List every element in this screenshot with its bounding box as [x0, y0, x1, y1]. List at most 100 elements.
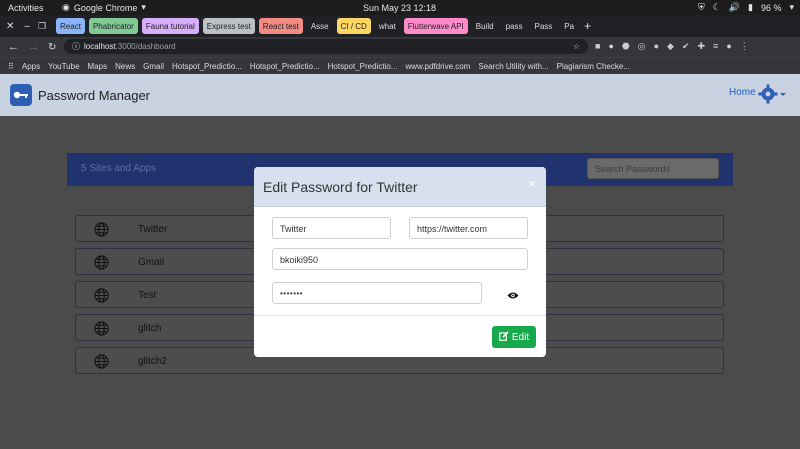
power-menu-icon: ▾: [789, 2, 794, 12]
bookmark-item[interactable]: Hotspot_Predictio...: [172, 62, 242, 71]
browser-tab[interactable]: Build: [472, 18, 498, 34]
browser-tab[interactable]: Phabricator: [88, 18, 138, 34]
url-host: localhost: [84, 42, 116, 51]
bookmark-item[interactable]: Plagiarism Checke...: [557, 62, 630, 71]
shield-icon: ⛨: [697, 2, 705, 12]
edit-button[interactable]: Edit: [492, 326, 536, 348]
extension-icon[interactable]: ◆: [667, 41, 674, 52]
globe-icon: [94, 288, 109, 308]
site-url-field[interactable]: https://twitter.com: [409, 217, 528, 239]
browser-tab[interactable]: Pass: [530, 18, 556, 34]
extension-icon[interactable]: ◎: [638, 41, 646, 52]
tab-label: Phabricator: [92, 21, 134, 31]
extension-icon[interactable]: ●: [608, 41, 613, 52]
app-navbar: Password Manager Home: [0, 74, 800, 116]
puzzle-icon[interactable]: ✚: [698, 41, 706, 52]
night-light-icon: ☾: [712, 2, 721, 12]
extension-icon[interactable]: ⬣: [622, 41, 630, 52]
browser-tab[interactable]: Pa: [560, 18, 578, 34]
close-icon[interactable]: ×: [528, 176, 536, 191]
tab-label: Pass: [534, 21, 553, 31]
toolbar: ← → ↻ ⓘ localhost :3000/dashboard ☆ ■ ● …: [0, 37, 800, 57]
site-name: Gmail: [138, 257, 165, 268]
apps-grid-icon: ⠿: [8, 61, 14, 71]
modal-footer-divider: [254, 315, 546, 316]
eye-icon[interactable]: [507, 287, 519, 305]
edit-label: Edit: [511, 331, 530, 343]
forward-icon[interactable]: →: [28, 41, 39, 53]
app-menu[interactable]: ◉ Google Chrome ▾: [62, 2, 146, 13]
tab-strip: ✕ – ❐ React Phabricator Fauna tutorial Expr…: [0, 15, 800, 37]
browser-tab[interactable]: CI / CD: [336, 18, 371, 34]
browser-tab[interactable]: Flutterwave API: [403, 18, 468, 34]
browser-tab[interactable]: pass: [502, 18, 527, 34]
bookmark-star-icon[interactable]: ☆: [573, 42, 580, 51]
site-name: Twitter: [138, 224, 168, 235]
close-window-icon[interactable]: ✕: [6, 21, 14, 32]
address-bar[interactable]: ⓘ localhost :3000/dashboard ☆: [64, 39, 588, 54]
globe-icon: [94, 354, 109, 374]
bookmark-item[interactable]: Hotspot_Predictio...: [328, 62, 398, 71]
tab-label: Flutterwave API: [407, 21, 464, 31]
modal-header: Edit Password for Twitter ×: [254, 167, 546, 207]
globe-icon: [94, 222, 109, 242]
tab-label: React test: [262, 21, 299, 31]
back-icon[interactable]: ←: [8, 41, 19, 53]
site-name-field[interactable]: Twitter: [272, 217, 391, 239]
new-tab-icon[interactable]: +: [584, 19, 591, 33]
browser-tab[interactable]: what: [375, 18, 400, 34]
bookmark-item[interactable]: Search Utility with...: [478, 62, 548, 71]
extension-icon[interactable]: ●: [654, 41, 659, 52]
edit-password-modal: Edit Password for Twitter × Twitter http…: [254, 167, 546, 357]
battery-icon: ▮: [748, 2, 753, 12]
tab-label: what: [378, 21, 396, 31]
extension-icon[interactable]: ✔: [682, 41, 690, 52]
tab-label: CI / CD: [340, 21, 367, 31]
key-icon: [10, 84, 32, 106]
chevron-down-icon: ▾: [141, 2, 146, 12]
bookmarks-bar: ⠿ Apps YouTube Maps News Gmail Hotspot_Predict…: [0, 57, 800, 74]
restore-icon[interactable]: ❐: [38, 21, 46, 32]
tab-label: Asse: [310, 21, 329, 31]
tab-label: Express test: [206, 21, 251, 31]
bookmark-item[interactable]: www.pdfdrive.com: [405, 62, 470, 71]
browser-tab[interactable]: Asse: [307, 18, 333, 34]
bookmark-item[interactable]: News: [115, 62, 135, 71]
activities-button[interactable]: Activities: [8, 3, 44, 13]
system-tray[interactable]: ⛨ ☾ 🔊 ▮ 96 % ▾: [698, 2, 794, 13]
password-field[interactable]: •••••••: [272, 282, 482, 304]
queue-icon[interactable]: ≡: [713, 41, 718, 52]
tab-label: Build: [475, 21, 494, 31]
extension-icon[interactable]: ■: [595, 41, 600, 52]
globe-icon: [94, 255, 109, 275]
reload-icon[interactable]: ↻: [48, 42, 56, 53]
browser-tab[interactable]: React: [56, 18, 85, 34]
volume-icon: 🔊: [728, 2, 740, 12]
info-icon: ⓘ: [72, 42, 80, 51]
avatar[interactable]: ●: [726, 41, 731, 52]
browser-tab[interactable]: React test: [258, 18, 303, 34]
brand[interactable]: Password Manager: [10, 84, 150, 106]
bookmark-item[interactable]: Apps: [22, 62, 40, 71]
browser-tab[interactable]: Fauna tutorial: [141, 18, 199, 34]
tab-label: Fauna tutorial: [145, 21, 195, 31]
clock[interactable]: Sun May 23 12:18: [363, 3, 436, 13]
browser-tab[interactable]: Express test: [202, 18, 255, 34]
minimize-icon[interactable]: –: [24, 21, 30, 32]
bookmark-item[interactable]: YouTube: [48, 62, 79, 71]
search-input[interactable]: Search Passwords: [587, 158, 719, 179]
brand-title: Password Manager: [38, 87, 150, 103]
bookmark-item[interactable]: Hotspot_Predictio...: [250, 62, 320, 71]
site-name: glitch2: [138, 356, 167, 367]
gear-icon[interactable]: [758, 84, 786, 109]
modal-title: Edit Password for Twitter: [263, 179, 418, 195]
username-field[interactable]: bkoiki950: [272, 248, 528, 270]
bookmark-item[interactable]: Maps: [88, 62, 108, 71]
more-menu-icon[interactable]: ⋮: [740, 41, 749, 52]
edit-icon: [498, 330, 509, 344]
os-top-bar: Activities ◉ Google Chrome ▾ Sun May 23 …: [0, 0, 800, 15]
home-link[interactable]: Home: [729, 87, 756, 98]
chrome-icon: ◉: [62, 2, 70, 12]
bookmark-item[interactable]: Gmail: [143, 62, 164, 71]
battery-percent: 96 %: [760, 2, 782, 13]
